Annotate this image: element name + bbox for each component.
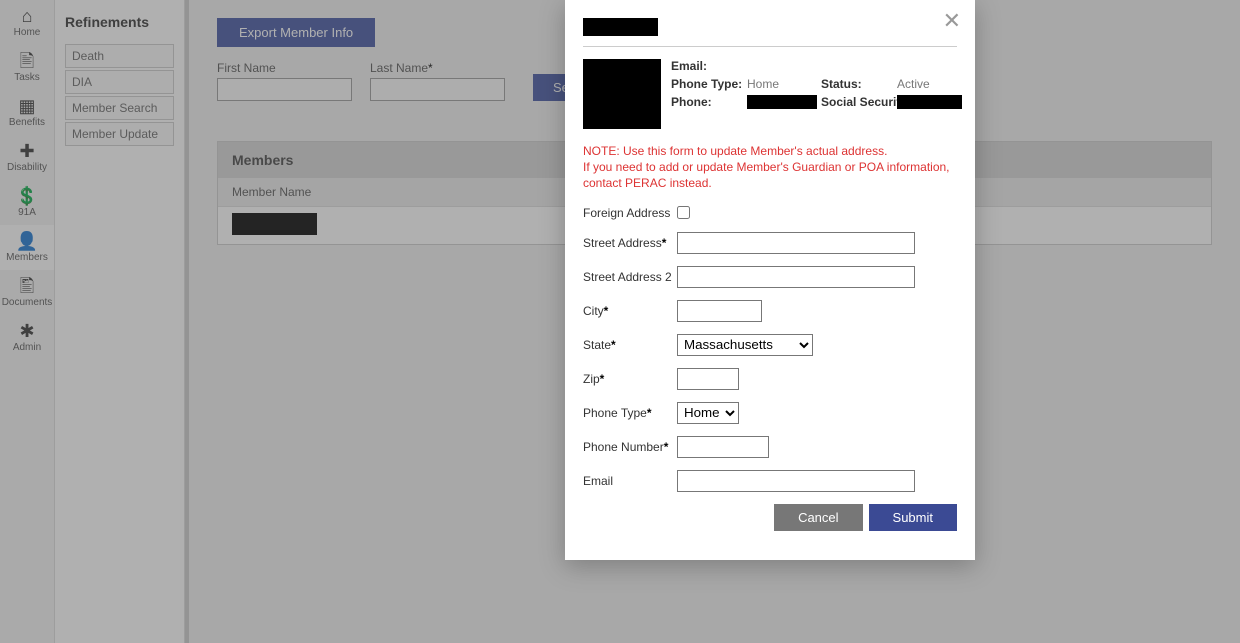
meta-phone-value-redacted	[747, 95, 817, 109]
city-label: City*	[583, 304, 677, 318]
modal-divider	[583, 46, 957, 47]
member-photo	[583, 59, 661, 129]
modal-title-redacted	[583, 18, 658, 36]
member-meta: Email: Phone Type: Home Status: Active P…	[583, 59, 957, 129]
meta-ssn-value-redacted	[897, 95, 962, 109]
street-address2-input[interactable]	[677, 266, 915, 288]
phone-number-label: Phone Number*	[583, 440, 677, 454]
modal-title	[583, 18, 957, 36]
phone-type-label: Phone Type*	[583, 406, 677, 420]
email-input[interactable]	[677, 470, 915, 492]
meta-phone-label: Phone:	[671, 95, 743, 109]
meta-phonetype-value: Home	[747, 77, 817, 91]
note-text: NOTE: Use this form to update Member's a…	[583, 143, 957, 192]
street-address2-label: Street Address 2	[583, 270, 677, 284]
modal-actions: Cancel Submit	[583, 504, 957, 531]
foreign-address-row: Foreign Address	[583, 206, 957, 220]
foreign-address-checkbox[interactable]	[677, 206, 690, 219]
meta-email-label: Email:	[671, 59, 743, 73]
street-address-label: Street Address*	[583, 236, 677, 250]
zip-input[interactable]	[677, 368, 739, 390]
email-label: Email	[583, 474, 677, 488]
phone-type-row: Phone Type* Home	[583, 402, 957, 424]
zip-row: Zip*	[583, 368, 957, 390]
state-label: State*	[583, 338, 677, 352]
street-address-input[interactable]	[677, 232, 915, 254]
phone-number-row: Phone Number*	[583, 436, 957, 458]
email-row: Email	[583, 470, 957, 492]
state-select[interactable]: Massachusetts	[677, 334, 813, 356]
cancel-button[interactable]: Cancel	[774, 504, 862, 531]
zip-label: Zip*	[583, 372, 677, 386]
city-input[interactable]	[677, 300, 762, 322]
member-update-modal: ✕ Email: Phone Type: Home Status: Active…	[565, 0, 975, 560]
meta-ssn-label: Social Security:	[821, 95, 893, 109]
city-row: City*	[583, 300, 957, 322]
member-meta-grid: Email: Phone Type: Home Status: Active P…	[671, 59, 962, 129]
close-icon[interactable]: ✕	[943, 10, 961, 32]
meta-status-value: Active	[897, 77, 962, 91]
street-address-row: Street Address*	[583, 232, 957, 254]
meta-email-value	[747, 59, 817, 73]
state-row: State* Massachusetts	[583, 334, 957, 356]
meta-status-label: Status:	[821, 77, 893, 91]
meta-phonetype-label: Phone Type:	[671, 77, 743, 91]
foreign-address-label: Foreign Address	[583, 206, 677, 220]
phone-type-select[interactable]: Home	[677, 402, 739, 424]
street-address2-row: Street Address 2	[583, 266, 957, 288]
submit-button[interactable]: Submit	[869, 504, 957, 531]
phone-number-input[interactable]	[677, 436, 769, 458]
